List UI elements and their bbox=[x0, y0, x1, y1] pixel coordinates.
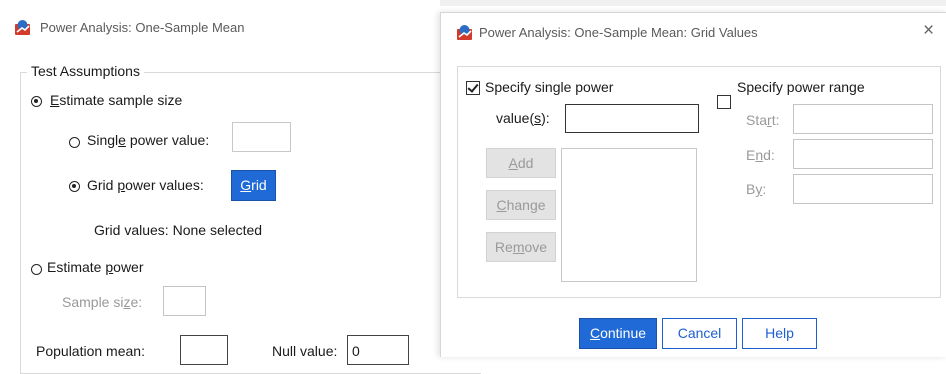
sample-size-label: Sample size: bbox=[62, 294, 143, 310]
dialog-title: Power Analysis: One-Sample Mean: Grid Va… bbox=[479, 25, 758, 40]
help-button[interactable]: Help bbox=[742, 318, 817, 349]
estimate-sample-size-label: Estimate sample size bbox=[50, 92, 183, 108]
by-label: By: bbox=[746, 181, 767, 197]
change-button[interactable]: Change bbox=[486, 190, 556, 220]
main-window: Power Analysis: One-Sample Mean Test Ass… bbox=[0, 0, 481, 374]
single-power-value-input[interactable] bbox=[232, 122, 291, 152]
cancel-button[interactable]: Cancel bbox=[662, 318, 737, 349]
background-strip bbox=[440, 0, 946, 6]
sample-size-input[interactable] bbox=[163, 286, 206, 316]
grid-power-values-label: Grid power values: bbox=[87, 177, 204, 193]
estimate-sample-size-radio[interactable] bbox=[31, 94, 42, 112]
grid-button[interactable]: Grid bbox=[231, 170, 276, 201]
start-input[interactable] bbox=[793, 104, 933, 134]
grid-power-values-radio[interactable] bbox=[69, 179, 80, 197]
start-label: Start: bbox=[746, 112, 780, 128]
radio-unselected-icon bbox=[31, 264, 42, 275]
group-title: Test Assumptions bbox=[27, 63, 144, 79]
spss-app-icon bbox=[15, 20, 30, 35]
population-mean-input[interactable] bbox=[180, 335, 228, 365]
single-power-value-label: Single power value: bbox=[87, 132, 210, 148]
radio-selected-icon bbox=[69, 181, 80, 192]
radio-unselected-icon bbox=[69, 137, 80, 148]
specify-single-power-label: Specify single power bbox=[485, 79, 614, 95]
by-input[interactable] bbox=[793, 174, 933, 204]
estimate-power-radio[interactable] bbox=[31, 262, 42, 280]
close-icon[interactable]: × bbox=[923, 20, 934, 42]
null-value-input[interactable]: 0 bbox=[347, 335, 409, 365]
null-value-label: Null value: bbox=[272, 343, 338, 359]
radio-selected-icon bbox=[31, 96, 42, 107]
add-button[interactable]: Add bbox=[486, 148, 556, 178]
window-title: Power Analysis: One-Sample Mean bbox=[40, 20, 245, 35]
population-mean-label: Population mean: bbox=[36, 343, 145, 359]
specify-power-range-label: Specify power range bbox=[737, 79, 865, 95]
end-input[interactable] bbox=[793, 139, 933, 169]
continue-button[interactable]: Continue bbox=[579, 318, 657, 349]
spss-app-icon bbox=[457, 25, 472, 40]
estimate-power-label: Estimate power bbox=[47, 259, 144, 275]
specify-single-power-checkbox[interactable] bbox=[466, 81, 480, 95]
values-label: value(s): bbox=[496, 110, 550, 126]
single-power-value-radio[interactable] bbox=[69, 135, 80, 153]
remove-button[interactable]: Remove bbox=[486, 232, 556, 262]
specify-power-range-checkbox[interactable] bbox=[717, 95, 731, 109]
power-value-input[interactable] bbox=[565, 104, 699, 133]
grid-values-status: Grid values: None selected bbox=[94, 222, 263, 238]
power-values-list[interactable] bbox=[561, 148, 697, 282]
end-label: End: bbox=[746, 147, 775, 163]
